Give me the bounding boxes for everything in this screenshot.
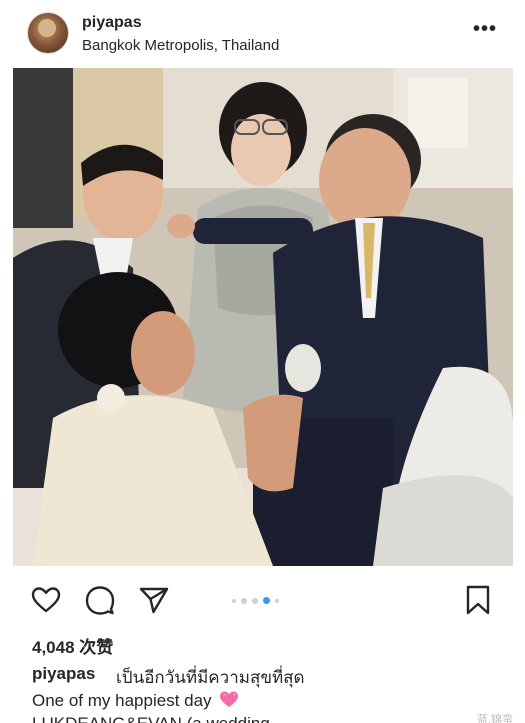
caption-line-truncated: LUKDEANG&EVAN (a wedding xyxy=(32,714,270,723)
sparkling-heart-icon xyxy=(220,691,239,707)
like-button[interactable] xyxy=(28,582,64,618)
carousel-dot xyxy=(241,597,247,604)
post-header: piyapas Bangkok Metropolis, Thailand ••• xyxy=(0,0,525,66)
bookmark-outline-icon xyxy=(466,585,490,615)
save-button[interactable] xyxy=(460,582,496,618)
carousel-dot xyxy=(232,598,236,603)
send-paper-plane-icon xyxy=(139,587,169,614)
carousel-dot-active xyxy=(263,597,270,604)
caption-line: One of my happiest day xyxy=(32,690,239,711)
like-count[interactable]: 4,048 次赞 xyxy=(32,633,113,658)
comment-bubble-icon xyxy=(85,586,115,615)
carousel-indicator xyxy=(232,597,279,604)
heart-outline-icon xyxy=(31,587,61,613)
username[interactable]: piyapas xyxy=(82,14,142,32)
carousel-dot xyxy=(252,597,258,604)
wedding-photo-illustration xyxy=(13,68,513,566)
caption-username[interactable]: piyapas xyxy=(32,664,95,684)
avatar[interactable] xyxy=(27,12,69,54)
post-photo[interactable] xyxy=(13,68,513,566)
more-options-icon[interactable]: ••• xyxy=(473,18,497,41)
comment-button[interactable] xyxy=(82,582,118,618)
share-button[interactable] xyxy=(136,582,172,618)
caption-english: One of my happiest day xyxy=(32,691,212,710)
caption-text: เป็นอีกวันที่มีความสุขที่สุด xyxy=(116,668,305,687)
carousel-dot xyxy=(275,598,279,603)
location-link[interactable]: Bangkok Metropolis, Thailand xyxy=(82,37,279,54)
watermark: 蓝.锦蛮 xyxy=(476,714,513,723)
